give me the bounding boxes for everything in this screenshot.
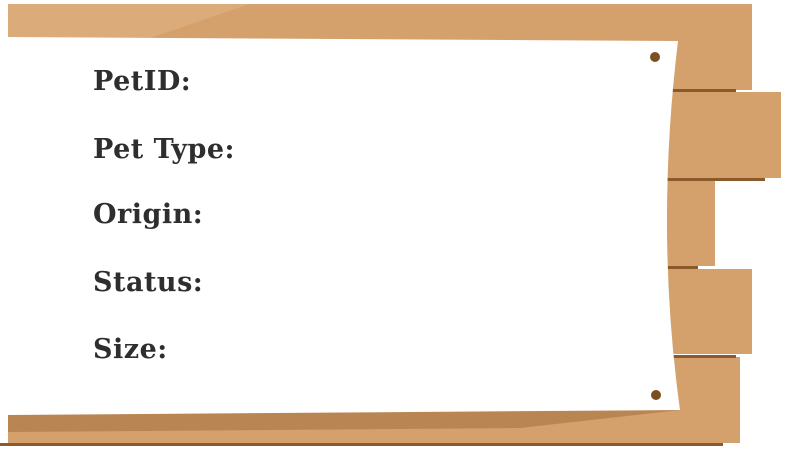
- seam: [673, 355, 736, 358]
- field-label-size: Size:: [93, 334, 168, 365]
- seam: [670, 89, 736, 92]
- field-label-pet-type: Pet Type:: [93, 134, 235, 165]
- seam: [663, 178, 765, 181]
- pet-info-card: PetID: Pet Type: Origin: Status: Size:: [0, 0, 790, 450]
- field-label-pet-id: PetID:: [93, 66, 192, 97]
- pin-icon: [651, 390, 661, 400]
- seam: [0, 443, 723, 446]
- seam: [665, 266, 698, 269]
- field-label-status: Status:: [93, 267, 204, 298]
- field-label-origin: Origin:: [93, 199, 204, 230]
- pin-icon: [650, 52, 660, 62]
